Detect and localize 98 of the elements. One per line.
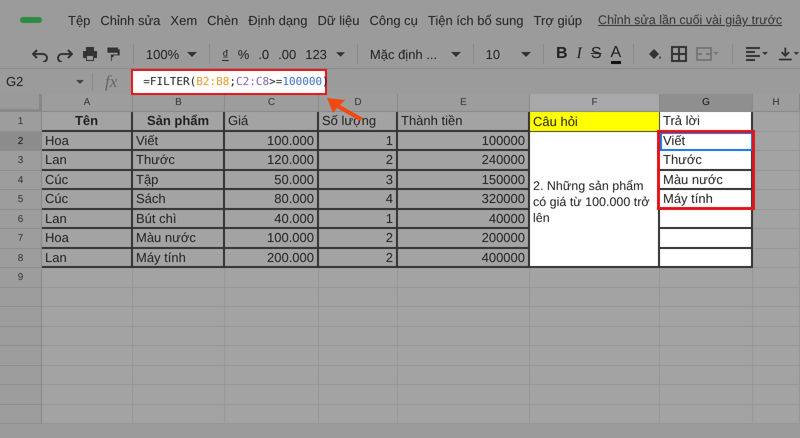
- number-format-button[interactable]: 123: [305, 46, 327, 62]
- text-style-button[interactable]: S: [590, 45, 602, 63]
- table-cell: Lan: [42, 151, 133, 170]
- align-left-icon[interactable]: [744, 46, 769, 62]
- table-cell: 100.000: [225, 229, 319, 248]
- font-size-dropdown[interactable]: 10: [486, 46, 532, 62]
- table-cell: 80.000: [225, 190, 319, 210]
- menu-item[interactable]: Dữ liệu: [318, 12, 360, 28]
- answer-cell[interactable]: Thước: [660, 151, 753, 170]
- column-header[interactable]: A: [42, 94, 133, 112]
- paint-format-icon[interactable]: [107, 46, 121, 62]
- row-header[interactable]: 7: [0, 229, 42, 248]
- table-cell: Cúc: [42, 190, 133, 210]
- number-format-button[interactable]: .00: [278, 46, 296, 62]
- table-cell: 40.000: [225, 210, 319, 229]
- table-cell: 150000: [398, 170, 530, 190]
- table-cell: Hoa: [42, 132, 133, 151]
- answer-cell[interactable]: [660, 248, 753, 268]
- table-header-cell: Giá: [225, 112, 319, 132]
- menu-item[interactable]: Tệp: [68, 12, 90, 28]
- column-header[interactable]: G: [660, 94, 753, 112]
- font-dropdown[interactable]: Mặc định ...: [370, 46, 461, 62]
- answer-cell[interactable]: [660, 229, 753, 248]
- table-cell: 2: [319, 151, 398, 170]
- vertical-align-icon[interactable]: [778, 46, 800, 62]
- table-cell: Tập: [133, 170, 225, 190]
- question-cell: 2. Những sản phẩm có giá từ 100.000 trở lên: [530, 132, 660, 268]
- number-format-button[interactable]: ₫: [222, 46, 229, 62]
- text-style-button[interactable]: B: [556, 45, 568, 63]
- column-header[interactable]: C: [225, 94, 319, 112]
- table-cell: Cúc: [42, 170, 133, 190]
- table-cell: Viết: [133, 132, 225, 151]
- table-cell: 4: [319, 190, 398, 210]
- table-cell: 1: [319, 210, 398, 229]
- table-cell: 100.000: [225, 132, 319, 151]
- row-header[interactable]: 9: [0, 268, 42, 288]
- formula-field[interactable]: =FILTER(B2:B8;C2:C8>=100000): [131, 68, 328, 94]
- table-header-cell: Tên: [42, 112, 133, 132]
- table-cell: 120.000: [225, 151, 319, 170]
- menu-item[interactable]: Xem: [170, 12, 198, 28]
- table-cell: Lan: [42, 210, 133, 229]
- text-style-button[interactable]: A: [610, 44, 622, 64]
- column-header[interactable]: F: [530, 94, 660, 112]
- table-cell: Màu nước: [133, 229, 225, 248]
- zoom-dropdown[interactable]: 100%: [146, 46, 198, 62]
- caret-icon: [450, 52, 461, 56]
- row-header[interactable]: 8: [0, 248, 42, 268]
- table-header-cell: Trả lời: [660, 112, 753, 132]
- number-format-button[interactable]: %: [238, 46, 250, 62]
- row-header[interactable]: 4: [0, 170, 42, 190]
- answer-cell[interactable]: [660, 210, 753, 229]
- table-header-cell: Câu hỏi: [530, 112, 660, 132]
- row-header[interactable]: 5: [0, 190, 42, 210]
- table-cell: 100000: [398, 132, 530, 151]
- merge-cells-icon[interactable]: [696, 46, 720, 62]
- caret-icon[interactable]: [336, 52, 345, 56]
- table-cell: 240000: [398, 151, 530, 170]
- table-cell: Sách: [133, 190, 225, 210]
- table-cell: 40000: [398, 210, 530, 229]
- table-cell: 1: [319, 132, 398, 151]
- last-edit-link[interactable]: Chỉnh sửa lần cuối vài giây trước: [598, 13, 782, 27]
- table-header-cell: Sản phẩm: [133, 112, 225, 132]
- table-cell: Lan: [42, 248, 133, 268]
- column-header[interactable]: E: [398, 94, 530, 112]
- menu-item[interactable]: Định dạng: [248, 12, 308, 28]
- row-header[interactable]: 2: [0, 132, 42, 151]
- table-cell: Bút chì: [133, 210, 225, 229]
- table-cell: 200.000: [225, 248, 319, 268]
- number-format-button[interactable]: .0: [258, 46, 270, 62]
- column-header[interactable]: H: [753, 94, 800, 112]
- table-cell: Thước: [133, 151, 225, 170]
- table-cell: Hoa: [42, 229, 133, 248]
- caret-icon: [521, 52, 532, 56]
- menu-item[interactable]: Chèn: [207, 12, 238, 28]
- menu-item[interactable]: Công cụ: [369, 12, 418, 28]
- table-header-cell: Thành tiền: [398, 112, 530, 132]
- menu-item[interactable]: Trợ giúp: [534, 12, 582, 28]
- row-header[interactable]: 3: [0, 151, 42, 170]
- table-cell: 3: [319, 170, 398, 190]
- row-header[interactable]: 6: [0, 210, 42, 229]
- menu-item[interactable]: Chỉnh sửa: [100, 12, 160, 28]
- table-cell: 200000: [398, 229, 530, 248]
- name-box[interactable]: G2: [0, 72, 93, 90]
- borders-icon[interactable]: [671, 46, 688, 62]
- caret-icon: [187, 52, 198, 56]
- menu-item[interactable]: Tiện ích bổ sung: [428, 12, 524, 28]
- table-cell: 400000: [398, 248, 530, 268]
- row-header[interactable]: 1: [0, 112, 42, 132]
- table-cell: 50.000: [225, 170, 319, 190]
- caret-icon: [76, 80, 84, 84]
- column-header[interactable]: B: [133, 94, 225, 112]
- table-cell: 2: [319, 229, 398, 248]
- table-cell: 320000: [398, 190, 530, 210]
- table-cell: 2: [319, 248, 398, 268]
- print-icon[interactable]: [82, 46, 98, 62]
- table-cell: Máy tính: [133, 248, 225, 268]
- text-style-button[interactable]: I: [576, 45, 582, 63]
- answer-cell[interactable]: Màu nước: [660, 170, 753, 190]
